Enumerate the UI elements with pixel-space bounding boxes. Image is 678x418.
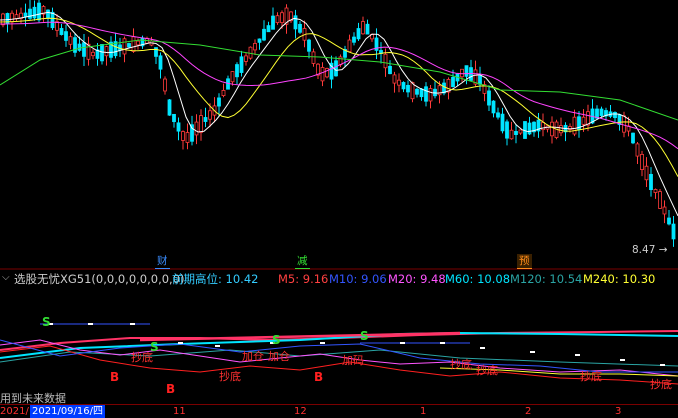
candlestick bbox=[658, 188, 662, 209]
signal-dash bbox=[130, 323, 135, 325]
signal-chaodi-2: 抄底 bbox=[219, 370, 241, 383]
prior-high-label: 前期高位: 10.42 bbox=[172, 272, 259, 286]
signal-dash bbox=[178, 342, 183, 344]
signal-dash bbox=[400, 342, 405, 344]
ma120-value: M120: 10.54 bbox=[510, 272, 583, 286]
date-tick-nov: 11 bbox=[173, 406, 186, 417]
signal-chaodi-1: 抄底 bbox=[131, 351, 153, 364]
signal-s-4: S bbox=[360, 329, 369, 343]
date-tick-jan: 1 bbox=[420, 406, 427, 417]
date-tick-mar: 3 bbox=[615, 406, 622, 417]
signal-b-2: B bbox=[166, 382, 176, 396]
signal-b-3: B bbox=[314, 370, 324, 384]
signal-dash bbox=[215, 345, 220, 347]
chevron-down-icon[interactable]: ⌵ bbox=[2, 269, 10, 287]
signal-dash bbox=[88, 323, 93, 325]
signal-chaodi-4: 抄底 bbox=[476, 364, 498, 377]
event-marker-reduce[interactable]: 减 bbox=[295, 254, 310, 269]
date-prefix: 2021/ bbox=[0, 406, 29, 417]
signal-dash bbox=[440, 342, 445, 344]
signal-s-1: S bbox=[42, 315, 51, 329]
signal-jiama: 加码 bbox=[342, 354, 364, 367]
date-tick-dec: 12 bbox=[294, 406, 307, 417]
event-marker-report[interactable]: 财 bbox=[155, 254, 170, 269]
signal-s-3: S bbox=[272, 333, 281, 347]
signal-b-1: B bbox=[110, 370, 120, 384]
signal-dash bbox=[660, 364, 665, 366]
last-price-label: 8.47 → bbox=[632, 244, 668, 256]
ma5-value: M5: 9.16 bbox=[278, 272, 329, 286]
candlestick bbox=[127, 42, 131, 48]
date-tick-feb: 2 bbox=[525, 406, 532, 417]
signal-dash bbox=[480, 347, 485, 349]
ma60-value: M60: 10.08 bbox=[445, 272, 511, 286]
date-axis[interactable]: 2021/ 2021/09/16/四 11 12 1 2 3 bbox=[0, 404, 678, 418]
signal-chaodi-5: 抄底 bbox=[580, 370, 602, 383]
signal-jiacang-2: 加仓 bbox=[268, 350, 290, 363]
candlestick bbox=[325, 67, 329, 79]
indicator-info-bar: ⌵ 选股无忧XG51(0,0,0,0,0,0,0,0) 前期高位: 10.42 … bbox=[0, 270, 678, 288]
event-marker-forecast[interactable]: 预 bbox=[517, 254, 532, 269]
ma240-value: M240: 10.30 bbox=[583, 272, 656, 286]
signal-dash bbox=[530, 351, 535, 353]
arrow-right-icon: → bbox=[655, 244, 668, 256]
signal-jiacang-1: 加仓 bbox=[242, 350, 264, 363]
signal-dash bbox=[620, 359, 625, 361]
selected-date[interactable]: 2021/09/16/四 bbox=[30, 405, 106, 418]
candlestick bbox=[631, 132, 635, 145]
ma20-value: M20: 9.48 bbox=[388, 272, 446, 286]
signal-dash bbox=[320, 342, 325, 344]
candlestick bbox=[167, 99, 172, 116]
signal-dash bbox=[575, 354, 580, 356]
signal-chaodi-3: 抄底 bbox=[450, 358, 472, 371]
indicator-name[interactable]: 选股无忧XG51(0,0,0,0,0,0,0,0) bbox=[14, 270, 185, 288]
candlestick bbox=[289, 11, 293, 23]
ma10-value: M10: 9.06 bbox=[329, 272, 387, 286]
chart-stage bbox=[0, 0, 678, 417]
signal-chaodi-6: 抄底 bbox=[650, 378, 672, 391]
